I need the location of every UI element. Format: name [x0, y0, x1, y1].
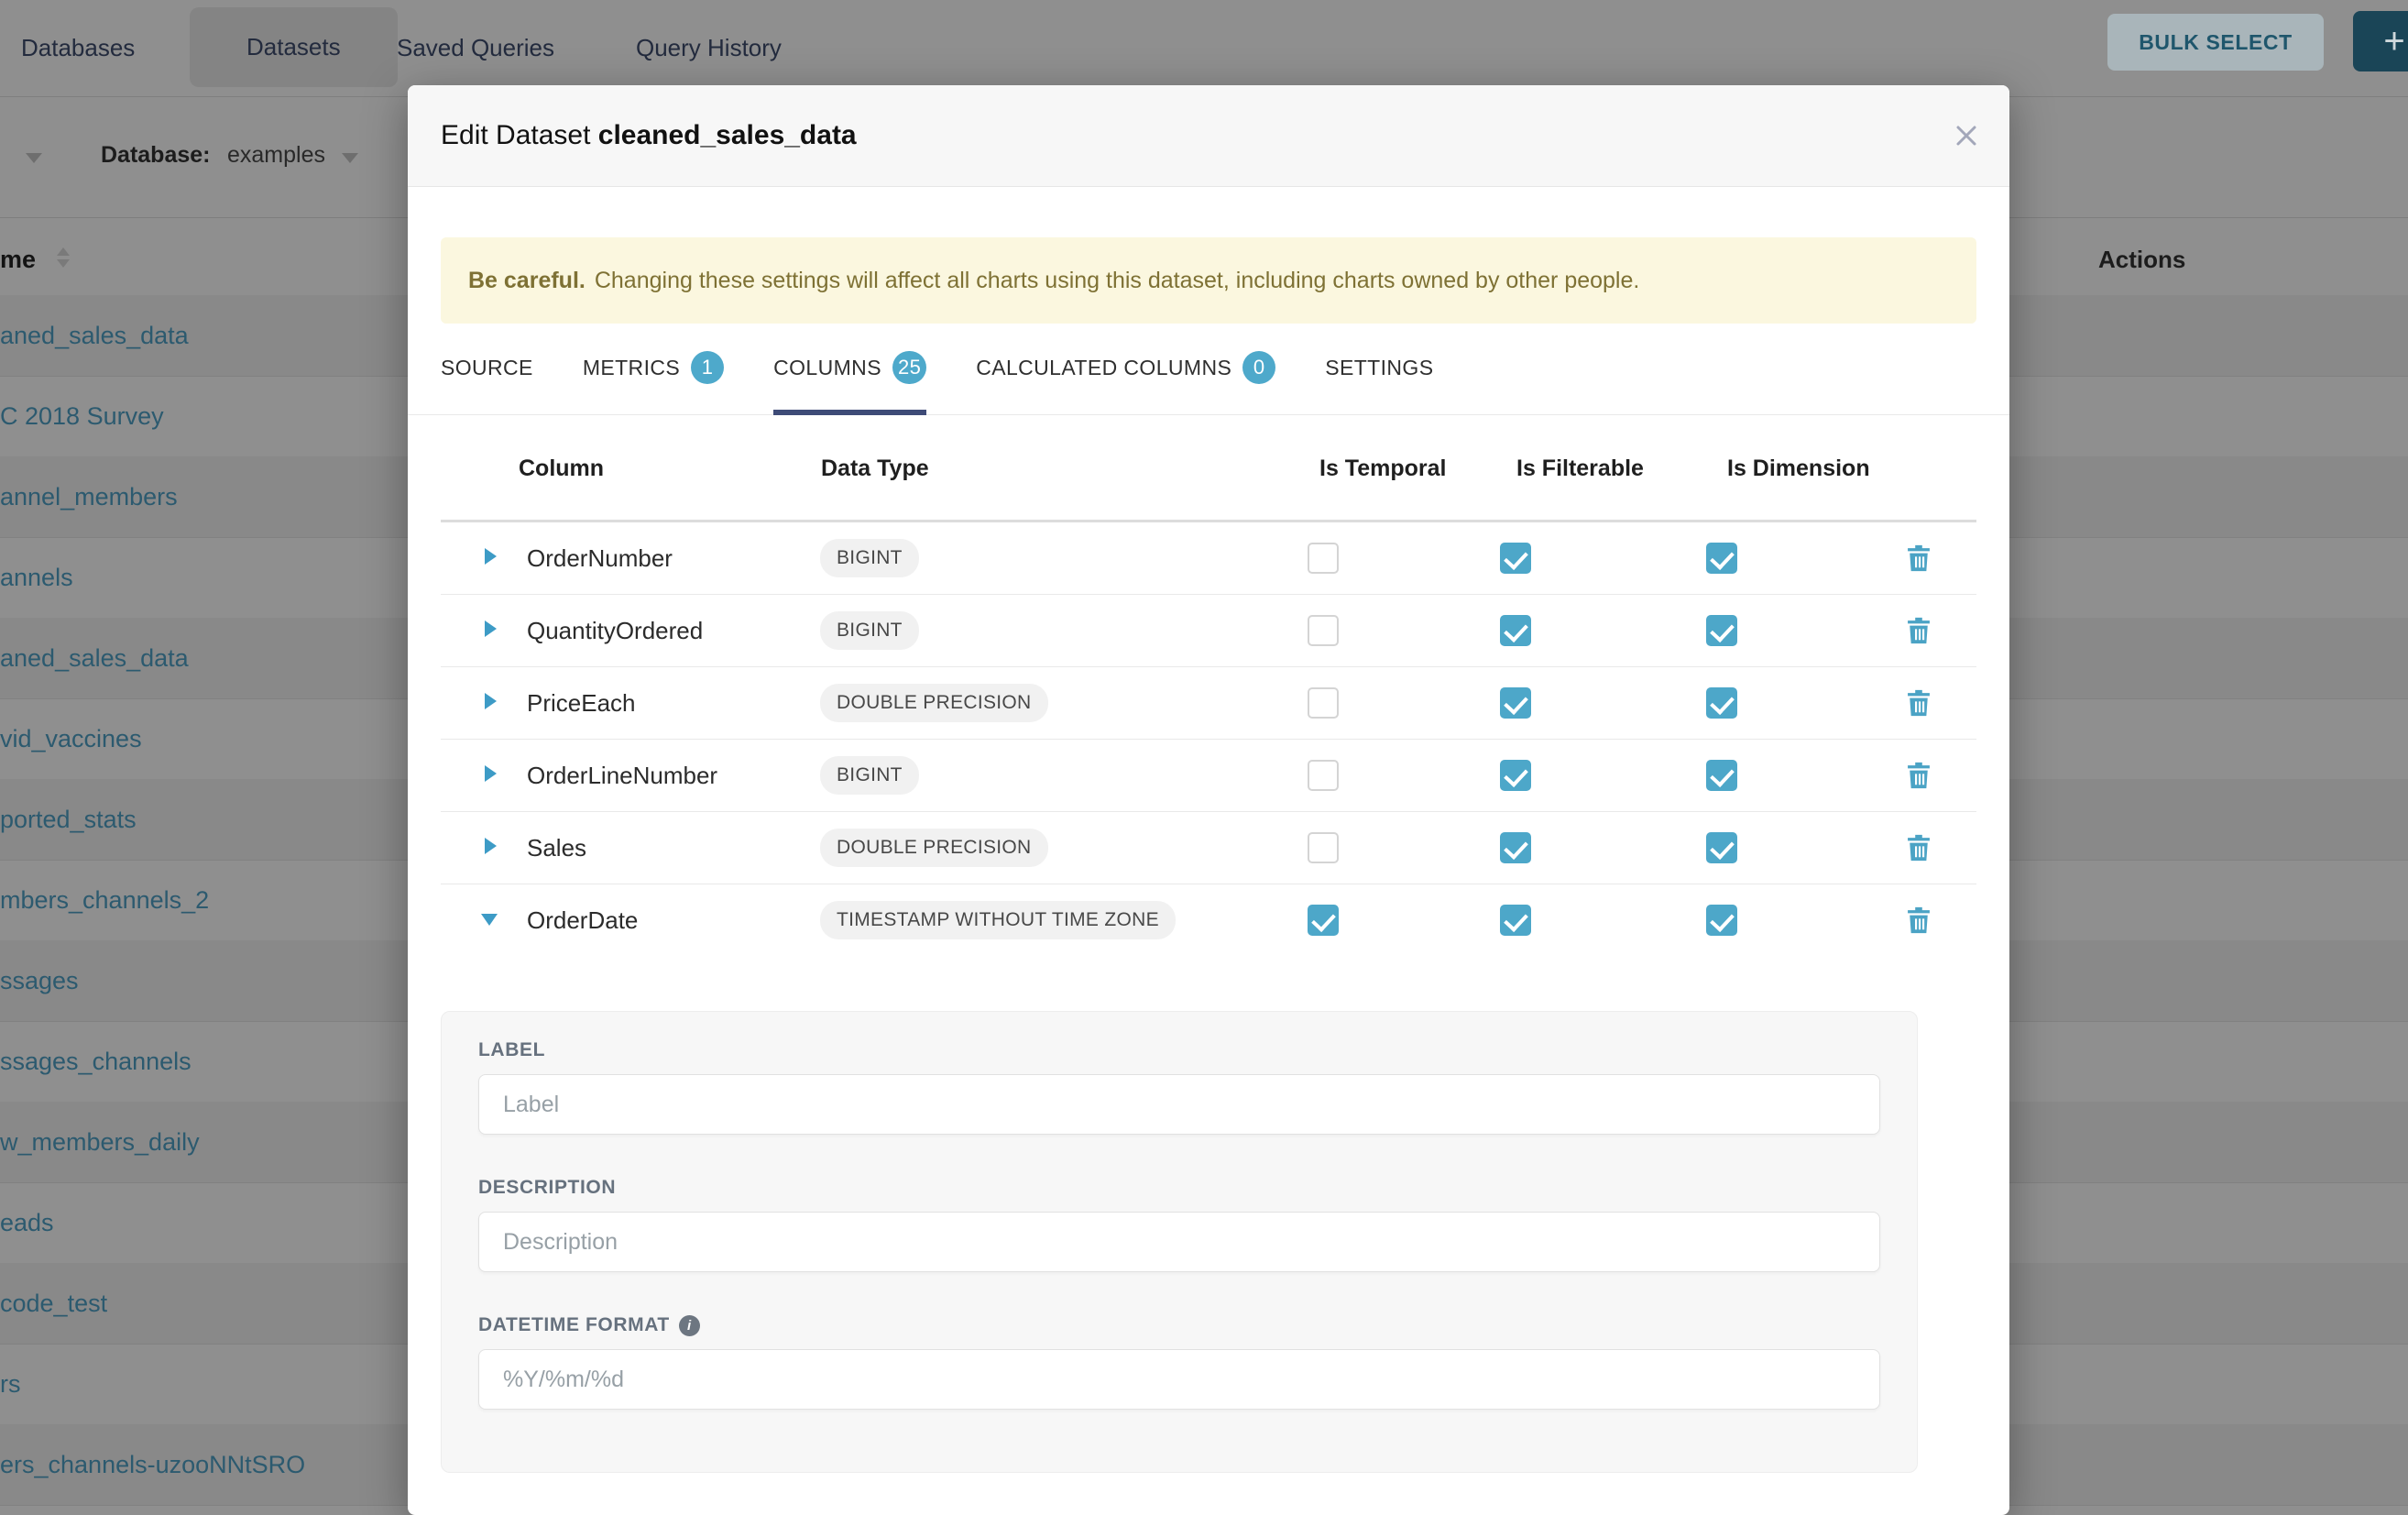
datetime-format-field-label: DATETIME FORMAT i [478, 1314, 1880, 1336]
column-name: PriceEach [527, 689, 636, 718]
warning-lead: Be careful. [468, 268, 586, 293]
name-column-header[interactable]: me [0, 217, 36, 302]
calculated-columns-count-badge: 0 [1242, 351, 1275, 384]
is-temporal-checkbox[interactable] [1308, 905, 1339, 936]
expand-caret-icon[interactable] [485, 765, 497, 782]
column-row: Sales DOUBLE PRECISION [441, 812, 1976, 884]
label-input[interactable] [478, 1074, 1880, 1135]
column-row: OrderLineNumber BIGINT [441, 740, 1976, 812]
modal-title: Edit Dataset cleaned_sales_data [441, 120, 857, 151]
modal-body: Be careful. Changing these settings will … [408, 237, 2009, 1473]
nav-tab-saved-queries[interactable]: Saved Queries [397, 0, 554, 96]
database-dropdown-caret-icon[interactable] [342, 153, 358, 163]
actions-column-header: Actions [2098, 217, 2185, 302]
is-temporal-checkbox[interactable] [1308, 615, 1339, 646]
warning-text: Changing these settings will affect all … [595, 268, 1640, 293]
is-dimension-checkbox[interactable] [1706, 615, 1737, 646]
column-row: PriceEach DOUBLE PRECISION [441, 667, 1976, 740]
is-temporal-checkbox[interactable] [1308, 760, 1339, 791]
data-type-pill: BIGINT [820, 539, 919, 577]
column-name: OrderLineNumber [527, 762, 717, 790]
delete-column-trash-icon[interactable] [1907, 617, 1931, 649]
is-temporal-checkbox[interactable] [1308, 687, 1339, 719]
info-icon[interactable]: i [679, 1315, 700, 1336]
close-icon[interactable] [1951, 120, 1982, 151]
is-filterable-checkbox[interactable] [1500, 832, 1531, 863]
collapse-caret-icon[interactable] [481, 914, 498, 926]
nav-tab-databases[interactable]: Databases [21, 0, 135, 96]
column-name: Sales [527, 834, 586, 862]
is-filterable-checkbox[interactable] [1500, 905, 1531, 936]
delete-column-trash-icon[interactable] [1907, 834, 1931, 866]
bulk-select-button[interactable]: BULK SELECT [2107, 14, 2324, 71]
add-dataset-button[interactable]: + [2353, 11, 2408, 71]
expand-caret-icon[interactable] [485, 548, 497, 565]
database-filter-label: Database: [101, 142, 211, 169]
modal-title-prefix: Edit Dataset [441, 120, 590, 150]
is-dimension-checkbox[interactable] [1706, 543, 1737, 574]
column-row-orderdate: OrderDate TIMESTAMP WITHOUT TIME ZONE [441, 884, 1976, 956]
column-editor-panel: LABEL DESCRIPTION DATETIME FORMAT i [441, 1011, 1918, 1473]
nav-tab-query-history[interactable]: Query History [636, 0, 782, 96]
data-type-pill: DOUBLE PRECISION [820, 684, 1048, 722]
data-type-pill: DOUBLE PRECISION [820, 829, 1048, 867]
data-type-header: Data Type [821, 456, 929, 482]
modal-title-dataset-name: cleaned_sales_data [598, 120, 857, 150]
sort-icon[interactable] [57, 247, 70, 268]
is-dimension-checkbox[interactable] [1706, 760, 1737, 791]
column-row: OrderNumber BIGINT [441, 522, 1976, 595]
is-dimension-checkbox[interactable] [1706, 832, 1737, 863]
expand-caret-icon[interactable] [485, 620, 497, 637]
delete-column-trash-icon[interactable] [1907, 544, 1931, 576]
is-filterable-checkbox[interactable] [1500, 687, 1531, 719]
plus-icon: + [2383, 21, 2404, 62]
modal-tabs: SOURCE METRICS 1 COLUMNS 25 CALCULATED C… [441, 354, 1976, 415]
is-filterable-header: Is Filterable [1516, 456, 1644, 482]
database-filter-value[interactable]: examples [227, 142, 325, 169]
edit-dataset-modal: Edit Dataset cleaned_sales_data Be caref… [408, 85, 2009, 1515]
metrics-count-badge: 1 [691, 351, 724, 384]
tab-columns[interactable]: COLUMNS 25 [773, 354, 926, 415]
is-dimension-checkbox[interactable] [1706, 905, 1737, 936]
column-header: Column [519, 456, 604, 482]
data-type-pill: BIGINT [820, 756, 919, 795]
nav-tab-datasets[interactable]: Datasets [190, 7, 398, 87]
column-row: QuantityOrdered BIGINT [441, 595, 1976, 667]
top-navigation: Databases Datasets Saved Queries Query H… [0, 0, 2408, 97]
delete-column-trash-icon[interactable] [1907, 762, 1931, 794]
column-name: OrderNumber [527, 544, 673, 573]
columns-count-badge: 25 [892, 351, 926, 384]
is-temporal-header: Is Temporal [1319, 456, 1446, 482]
datetime-format-input[interactable] [478, 1349, 1880, 1410]
column-name: QuantityOrdered [527, 617, 703, 645]
tab-metrics[interactable]: METRICS 1 [583, 354, 724, 415]
data-type-pill: TIMESTAMP WITHOUT TIME ZONE [820, 901, 1176, 939]
tab-calculated-columns[interactable]: CALCULATED COLUMNS 0 [976, 354, 1275, 415]
is-filterable-checkbox[interactable] [1500, 615, 1531, 646]
expand-caret-icon[interactable] [485, 693, 497, 709]
warning-banner: Be careful. Changing these settings will … [441, 237, 1976, 324]
label-field-label: LABEL [478, 1039, 1880, 1061]
is-temporal-checkbox[interactable] [1308, 543, 1339, 574]
is-dimension-header: Is Dimension [1727, 456, 1870, 482]
description-input[interactable] [478, 1212, 1880, 1272]
column-name: OrderDate [527, 906, 638, 935]
tab-settings[interactable]: SETTINGS [1325, 354, 1433, 415]
tab-source[interactable]: SOURCE [441, 354, 533, 415]
is-dimension-checkbox[interactable] [1706, 687, 1737, 719]
is-filterable-checkbox[interactable] [1500, 543, 1531, 574]
modal-header: Edit Dataset cleaned_sales_data [408, 85, 2009, 187]
is-temporal-checkbox[interactable] [1308, 832, 1339, 863]
data-type-pill: BIGINT [820, 611, 919, 650]
delete-column-trash-icon[interactable] [1907, 689, 1931, 721]
expand-caret-icon[interactable] [485, 838, 497, 854]
delete-column-trash-icon[interactable] [1907, 906, 1931, 939]
columns-table-header: Column Data Type Is Temporal Is Filterab… [441, 415, 1976, 522]
collapse-caret-icon[interactable] [26, 153, 42, 163]
description-field-label: DESCRIPTION [478, 1177, 1880, 1199]
is-filterable-checkbox[interactable] [1500, 760, 1531, 791]
